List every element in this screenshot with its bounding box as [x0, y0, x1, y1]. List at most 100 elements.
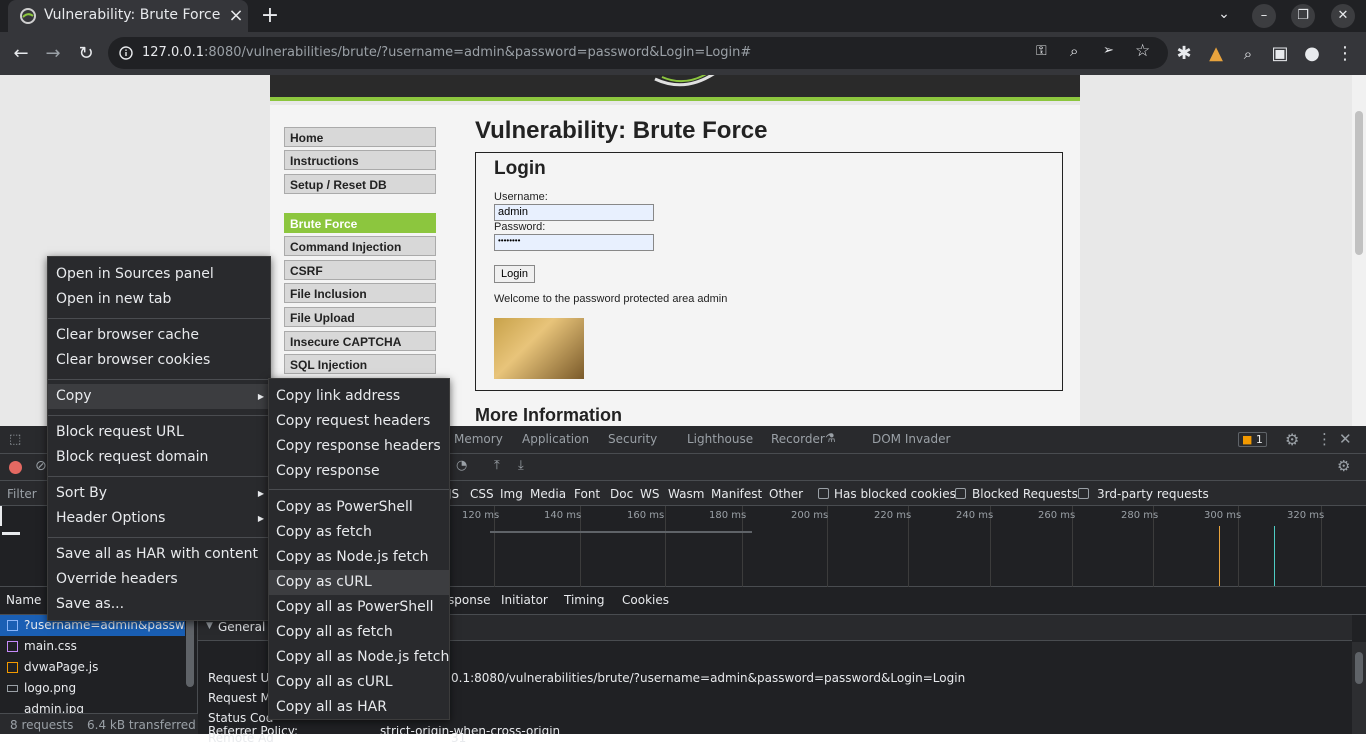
copy-as-nodejs-fetch[interactable]: Copy as Node.js fetch [269, 545, 449, 570]
menu-sql-injection[interactable]: SQL Injection [284, 354, 436, 374]
tab-memory[interactable]: Memory [454, 432, 503, 446]
minimize-icon[interactable]: – [1252, 4, 1276, 28]
filter-css[interactable]: CSS [470, 487, 494, 501]
menu-home[interactable]: Home [284, 127, 436, 147]
zoom-icon[interactable]: ⌕ [1070, 42, 1078, 60]
tab-initiator[interactable]: Initiator [501, 593, 548, 607]
filter-media[interactable]: Media [530, 487, 566, 501]
filter-other[interactable]: Other [769, 487, 803, 501]
filter-wasm[interactable]: Wasm [668, 487, 704, 501]
tab-response[interactable]: sponse [448, 593, 490, 607]
bookmark-star-icon[interactable]: ☆ [1135, 41, 1150, 61]
filter-doc[interactable]: Doc [610, 487, 633, 501]
import-har-icon[interactable]: ⤒ [494, 458, 500, 473]
timeline-selection[interactable] [0, 506, 2, 526]
side-panel-icon[interactable]: ▣ [1269, 43, 1291, 65]
filter-manifest[interactable]: Manifest [711, 487, 762, 501]
blocked-cookies-checkbox[interactable] [818, 488, 829, 499]
clear-icon[interactable]: ⊘ [35, 458, 47, 474]
request-list-scrollbar[interactable] [186, 615, 194, 687]
record-icon[interactable] [9, 461, 22, 474]
devtools-more-icon[interactable]: ⋮ [1317, 430, 1332, 448]
menu-block-request-domain[interactable]: Block request domain [48, 445, 270, 470]
tab-dom-invader[interactable]: DOM Invader [872, 432, 950, 446]
menu-save-as[interactable]: Save as... [48, 592, 270, 617]
menu-insecure-captcha[interactable]: Insecure CAPTCHA [284, 331, 436, 351]
filter-font[interactable]: Font [574, 487, 600, 501]
address-bar[interactable]: 127.0.0.1:8080/vulnerabilities/brute/?us… [108, 37, 1168, 69]
request-row[interactable]: admin.jpg [0, 699, 185, 713]
copy-all-as-curl[interactable]: Copy all as cURL [269, 670, 449, 695]
tab-security[interactable]: Security [608, 432, 657, 446]
menu-header-options[interactable]: Header Options ▶ [48, 506, 270, 531]
menu-copy[interactable]: Copy ▶ [48, 384, 270, 409]
login-button[interactable]: Login [494, 265, 535, 283]
request-row[interactable]: dvwaPage.js [0, 657, 185, 678]
browser-tab[interactable]: Vulnerability: Brute Force × [8, 0, 248, 32]
tab-search-icon[interactable]: ⌄ [1214, 6, 1234, 26]
close-tab-icon[interactable]: × [226, 6, 246, 26]
menu-block-request-url[interactable]: Block request URL [48, 420, 270, 445]
copy-response-headers[interactable]: Copy response headers [269, 434, 449, 459]
tab-recorder[interactable]: Recorder [771, 432, 825, 446]
back-icon[interactable]: ← [10, 43, 32, 65]
menu-override-headers[interactable]: Override headers [48, 567, 270, 592]
profile-icon[interactable]: ● [1301, 43, 1323, 65]
detail-scrollbar[interactable] [1352, 642, 1366, 734]
copy-all-as-nodejs-fetch[interactable]: Copy all as Node.js fetch [269, 645, 449, 670]
menu-open-in-sources[interactable]: Open in Sources panel [48, 262, 270, 287]
detail-scrollbar-thumb[interactable] [1355, 652, 1363, 684]
menu-clear-cache[interactable]: Clear browser cache [48, 323, 270, 348]
copy-as-fetch[interactable]: Copy as fetch [269, 520, 449, 545]
forward-icon[interactable]: → [42, 43, 64, 65]
settings-gear-icon[interactable]: ⚙ [1285, 430, 1299, 449]
close-window-icon[interactable]: ✕ [1331, 4, 1355, 28]
network-conditions-icon[interactable]: ◔ [456, 458, 467, 473]
more-menu-icon[interactable]: ⋮ [1334, 43, 1356, 65]
menu-file-upload[interactable]: File Upload [284, 307, 436, 327]
extensions-icon[interactable]: ✱ [1173, 43, 1195, 65]
menu-setup-reset-db[interactable]: Setup / Reset DB [284, 174, 436, 194]
menu-clear-cookies[interactable]: Clear browser cookies [48, 348, 270, 373]
send-icon[interactable]: ➢ [1103, 43, 1114, 58]
new-tab-icon[interactable]: + [258, 4, 282, 28]
copy-all-as-powershell[interactable]: Copy all as PowerShell [269, 595, 449, 620]
copy-link-address[interactable]: Copy link address [269, 384, 449, 409]
menu-command-injection[interactable]: Command Injection [284, 236, 436, 256]
inspect-element-icon[interactable]: ⬚ [9, 432, 21, 447]
password-input[interactable]: •••••••• [494, 234, 654, 251]
export-har-icon[interactable]: ⤓ [518, 458, 524, 473]
restore-icon[interactable]: ❐ [1291, 4, 1315, 28]
request-row[interactable]: logo.png [0, 678, 185, 699]
scrollbar-thumb[interactable] [1355, 111, 1363, 255]
reload-icon[interactable]: ↻ [75, 43, 97, 65]
menu-sort-by[interactable]: Sort By ▶ [48, 481, 270, 506]
copy-all-as-har[interactable]: Copy all as HAR [269, 695, 449, 720]
page-scrollbar[interactable] [1352, 75, 1366, 426]
tab-lighthouse[interactable]: Lighthouse [687, 432, 753, 446]
menu-file-inclusion[interactable]: File Inclusion [284, 283, 436, 303]
third-party-checkbox[interactable] [1078, 488, 1089, 499]
network-settings-icon[interactable]: ⚙ [1337, 457, 1350, 475]
burp-extension-icon[interactable]: ▲ [1205, 43, 1227, 65]
filter-img[interactable]: Img [500, 487, 523, 501]
menu-csrf[interactable]: CSRF [284, 260, 436, 280]
copy-all-as-fetch[interactable]: Copy all as fetch [269, 620, 449, 645]
blocked-requests-checkbox[interactable] [955, 488, 966, 499]
menu-brute-force[interactable]: Brute Force [284, 213, 436, 233]
tab-timing[interactable]: Timing [564, 593, 605, 607]
menu-open-in-new-tab[interactable]: Open in new tab [48, 287, 270, 312]
menu-save-har[interactable]: Save all as HAR with content [48, 542, 270, 567]
filter-input[interactable]: Filter [7, 487, 37, 501]
request-row[interactable]: main.css [0, 636, 185, 657]
username-input[interactable]: admin [494, 204, 654, 221]
search-icon[interactable]: ⌕ [1237, 43, 1259, 65]
copy-response[interactable]: Copy response [269, 459, 449, 484]
copy-as-curl[interactable]: Copy as cURL [269, 570, 449, 595]
issues-badge[interactable]: ■ 1 [1238, 432, 1267, 447]
copy-as-powershell[interactable]: Copy as PowerShell [269, 495, 449, 520]
menu-instructions[interactable]: Instructions [284, 150, 436, 170]
password-key-icon[interactable]: ⚿ [1036, 43, 1047, 59]
site-info-icon[interactable] [119, 46, 133, 60]
filter-ws[interactable]: WS [640, 487, 659, 501]
